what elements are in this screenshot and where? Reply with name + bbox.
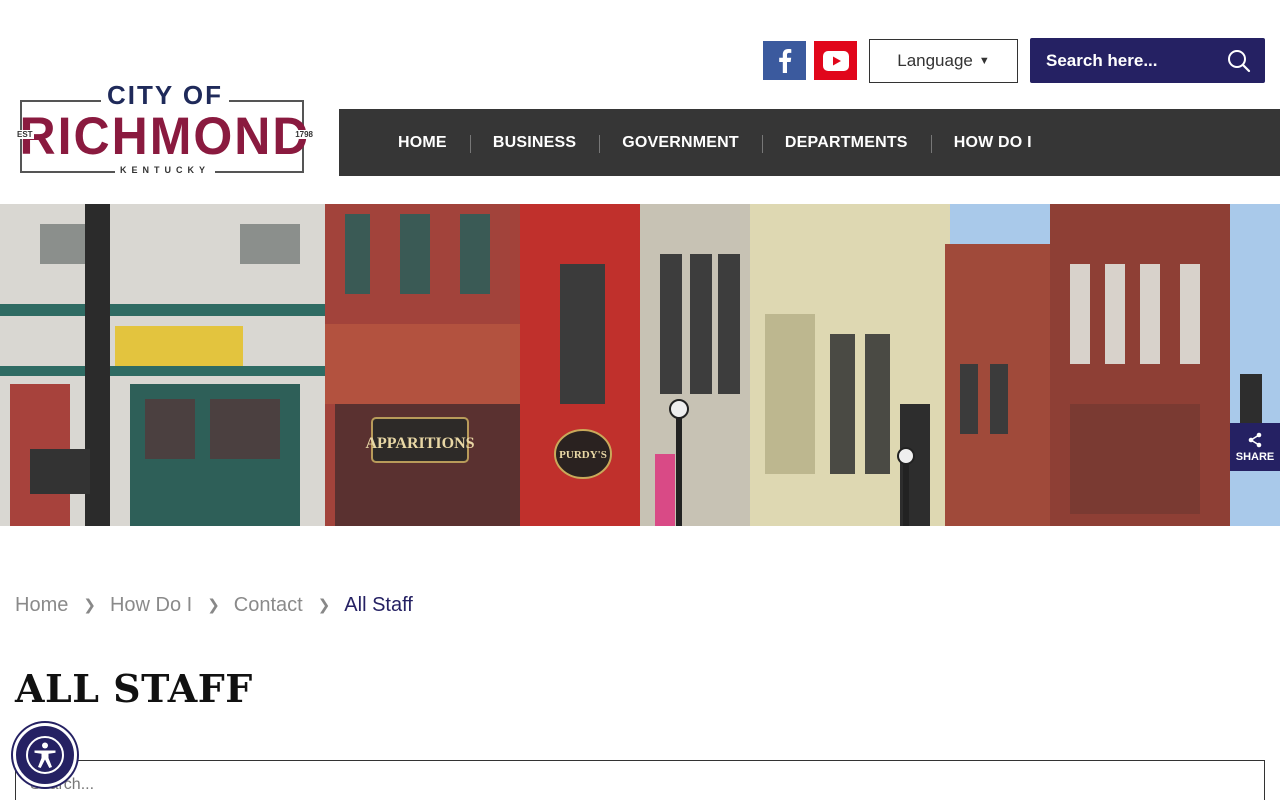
accessibility-button[interactable] <box>13 723 77 787</box>
caret-down-icon: ▼ <box>978 55 990 67</box>
youtube-icon <box>822 50 849 71</box>
chevron-right-icon: ❯ <box>83 596 96 614</box>
breadcrumb: Home ❯ How Do I ❯ Contact ❯ All Staff <box>15 594 413 617</box>
logo-year: 1798 <box>294 130 314 139</box>
apparitions-sign: APPARITIONS <box>365 435 474 452</box>
search-icon[interactable] <box>1227 49 1251 73</box>
chevron-right-icon: ❯ <box>317 596 331 614</box>
language-selector[interactable]: Language ▼ <box>869 39 1018 83</box>
language-label: Language <box>897 51 973 70</box>
facebook-icon <box>778 48 791 73</box>
nav-business[interactable]: BUSINESS <box>469 134 599 153</box>
nav-departments[interactable]: DEPARTMENTS <box>761 134 931 153</box>
site-search-input[interactable]: Search here... <box>1046 51 1158 71</box>
hero-banner-image: APPARITIONS PURDY'S <box>0 204 1280 526</box>
site-search[interactable]: Search here... <box>1030 38 1265 83</box>
nav-home[interactable]: HOME <box>375 134 470 152</box>
accessibility-icon <box>26 736 64 774</box>
nav-how-do-i[interactable]: HOW DO I <box>930 134 1055 153</box>
logo-state: KENTUCKY <box>114 165 215 175</box>
logo-richmond: RICHMOND <box>19 106 311 166</box>
chevron-right-icon: ❯ <box>207 596 220 614</box>
staff-search-input[interactable] <box>15 760 1265 800</box>
breadcrumb-contact[interactable]: Contact <box>234 594 303 617</box>
logo-est: EST <box>16 130 34 139</box>
share-button[interactable]: SHARE <box>1230 423 1280 471</box>
share-label: SHARE <box>1235 450 1275 463</box>
share-icon <box>1248 432 1262 447</box>
breadcrumb-how-do-i[interactable]: How Do I <box>110 594 192 617</box>
facebook-button[interactable] <box>763 41 806 80</box>
logo-city-of: CITY OF <box>100 80 230 110</box>
city-logo[interactable]: CITY OF RICHMOND EST 1798 KENTUCKY <box>14 80 316 180</box>
youtube-button[interactable] <box>814 41 857 80</box>
breadcrumb-home[interactable]: Home <box>15 594 68 617</box>
breadcrumb-current: All Staff <box>344 594 413 616</box>
page-title: ALL STAFF <box>15 666 253 711</box>
main-nav: HOME BUSINESS GOVERNMENT DEPARTMENTS HOW… <box>339 109 1280 176</box>
nav-government[interactable]: GOVERNMENT <box>599 134 762 153</box>
purdys-sign: PURDY'S <box>559 449 607 461</box>
